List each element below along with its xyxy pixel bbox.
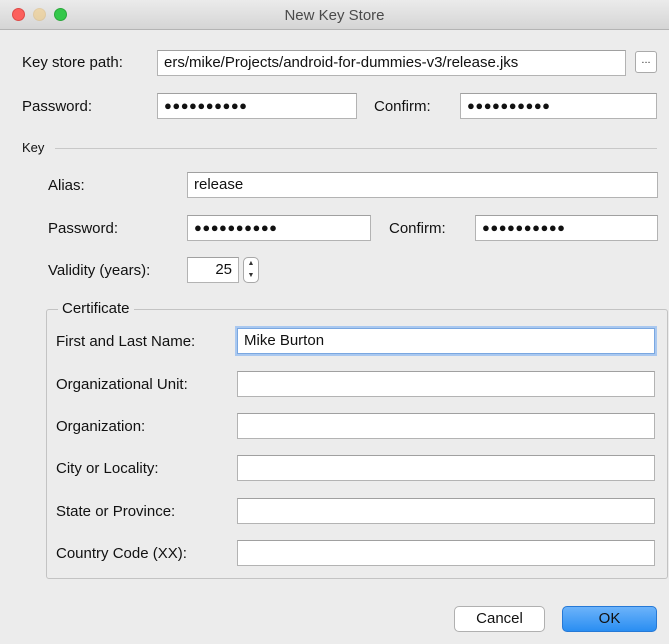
city-input[interactable] [237, 455, 655, 481]
validity-input[interactable]: 25 [187, 257, 239, 283]
state-input[interactable] [237, 498, 655, 524]
organization-label: Organization: [56, 418, 146, 435]
validity-label: Validity (years): [48, 262, 151, 279]
browse-path-button[interactable]: ... [635, 51, 657, 73]
key-confirm-input[interactable]: ●●●●●●●●●● [475, 215, 658, 241]
organizational-unit-input[interactable] [237, 371, 655, 397]
keystore-password-input[interactable]: ●●●●●●●●●● [157, 93, 357, 119]
city-label: City or Locality: [56, 460, 159, 477]
chevron-up-icon[interactable]: ▲ [244, 258, 258, 270]
first-last-name-input[interactable]: Mike Burton [237, 328, 655, 354]
key-section-divider [55, 148, 657, 149]
certificate-group-title: Certificate [58, 299, 134, 319]
key-store-path-label: Key store path: [22, 54, 123, 71]
key-store-path-input[interactable]: ers/mike/Projects/android-for-dummies-v3… [157, 50, 626, 76]
keystore-confirm-input[interactable]: ●●●●●●●●●● [460, 93, 657, 119]
key-password-label: Password: [48, 220, 119, 237]
first-last-name-label: First and Last Name: [56, 333, 196, 350]
validity-stepper[interactable]: ▲ ▼ [243, 257, 259, 283]
keystore-confirm-label: Confirm: [374, 98, 431, 115]
country-code-input[interactable] [237, 540, 655, 566]
new-key-store-dialog: New Key Store Key store path: ers/mike/P… [0, 0, 669, 644]
chevron-down-icon[interactable]: ▼ [244, 270, 258, 282]
cancel-button[interactable]: Cancel [454, 606, 545, 632]
window-title: New Key Store [284, 7, 385, 24]
key-section-label: Key [22, 140, 45, 155]
key-password-input[interactable]: ●●●●●●●●●● [187, 215, 371, 241]
ok-button[interactable]: OK [562, 606, 657, 632]
state-label: State or Province: [56, 503, 176, 520]
organizational-unit-label: Organizational Unit: [56, 376, 188, 393]
organization-input[interactable] [237, 413, 655, 439]
country-code-label: Country Code (XX): [56, 545, 187, 562]
key-confirm-label: Confirm: [389, 220, 446, 237]
alias-input[interactable]: release [187, 172, 658, 198]
alias-label: Alias: [48, 177, 85, 194]
title-bar: New Key Store [0, 0, 669, 30]
keystore-password-label: Password: [22, 98, 93, 115]
